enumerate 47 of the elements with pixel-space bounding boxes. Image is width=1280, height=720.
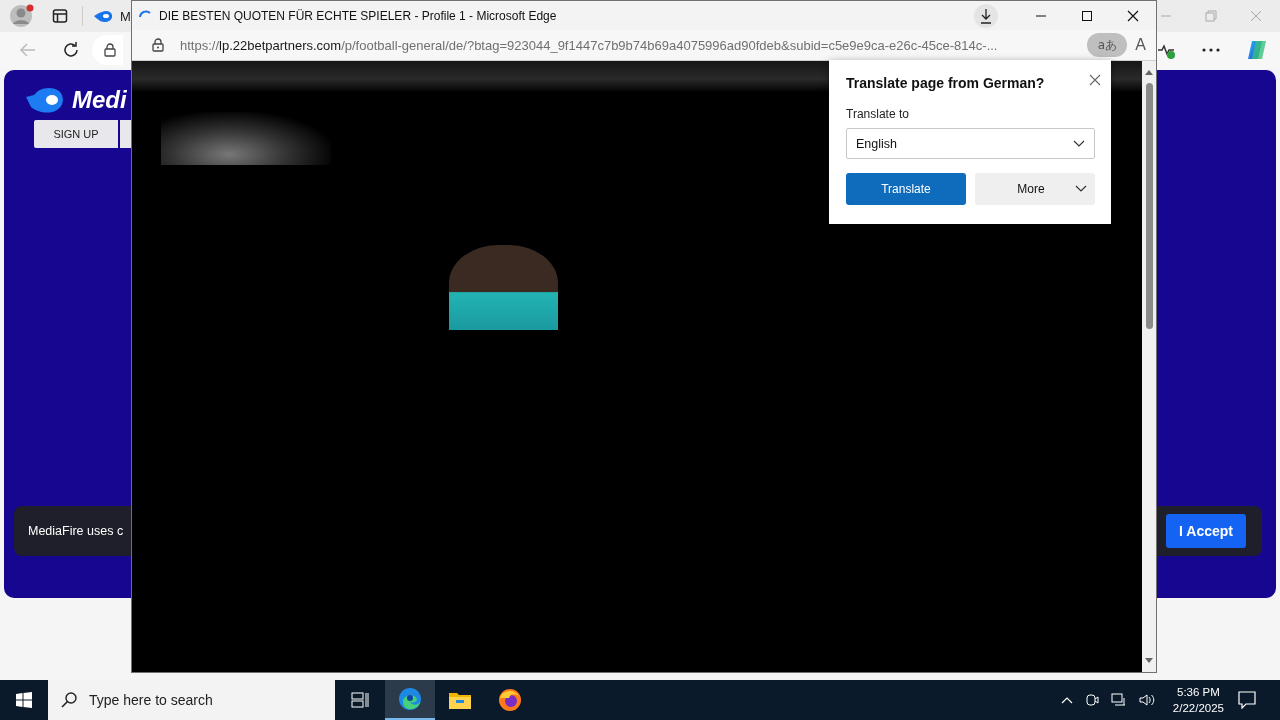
search-input[interactable]: Type here to search — [87, 691, 311, 709]
lock-icon — [152, 38, 164, 52]
close-icon[interactable] — [1089, 74, 1101, 86]
notification-icon[interactable] — [1238, 691, 1256, 709]
url-text[interactable]: https://lp.22betpartners.com/p/football-general/de/?btag=923044_9f1447c7b9b74b69a4075996ad90fdeb&subid=c5e9e9ca-e26c-45ce-814c-... — [180, 37, 998, 53]
clock[interactable]: 5:36 PM 2/22/2025 — [1172, 684, 1224, 716]
browser-tab[interactable]: M — [94, 2, 131, 30]
scrollbar-thumb[interactable] — [1145, 83, 1153, 329]
dialog-title: Translate page from German? — [846, 75, 1045, 91]
maximize-icon — [1081, 9, 1093, 22]
download-button[interactable] — [974, 3, 998, 28]
task-view-icon — [351, 692, 369, 708]
window-title: DIE BESTEN QUOTEN FÜR ECHTE SPIELER - Profile 1 - Microsoft Edge — [159, 8, 557, 23]
field-label: Translate to — [846, 107, 910, 121]
read-aloud-button[interactable]: A — [1135, 36, 1146, 54]
signup-button[interactable]: SIGN UP — [34, 120, 118, 148]
chevron-down-icon — [1075, 185, 1087, 193]
scroll-down-icon[interactable] — [1145, 658, 1153, 664]
fox-icon — [498, 688, 522, 712]
language-dropdown[interactable]: English — [846, 128, 1095, 159]
scrollbar[interactable] — [1142, 61, 1156, 672]
taskbar-app[interactable] — [385, 680, 435, 720]
windows-icon — [16, 692, 32, 708]
tab-actions-icon[interactable] — [52, 8, 68, 24]
more-icon[interactable] — [1202, 48, 1220, 52]
translate-button[interactable]: aあ — [1087, 33, 1128, 57]
volume-icon[interactable] — [1138, 693, 1155, 707]
logo-text: Medi — [72, 86, 127, 114]
clock-time: 5:36 PM — [1177, 685, 1220, 700]
lock-icon — [104, 43, 116, 57]
network-icon[interactable] — [1110, 693, 1127, 707]
accept-button[interactable]: I Accept — [1166, 514, 1246, 548]
refresh-icon[interactable] — [62, 41, 80, 59]
download-icon — [979, 7, 993, 24]
close-icon — [1127, 9, 1139, 22]
cookie-text: MediaFire uses c — [28, 524, 124, 538]
chevron-up-icon[interactable] — [1060, 696, 1073, 704]
translate-button[interactable]: Translate — [846, 173, 966, 205]
clock-date: 2/22/2025 — [1172, 701, 1224, 716]
chevron-down-icon — [1073, 139, 1085, 148]
profile-avatar-icon[interactable] — [9, 3, 35, 29]
flame-icon — [94, 10, 112, 22]
more-button[interactable]: More — [975, 173, 1095, 205]
search-icon — [61, 692, 77, 708]
search-box[interactable]: Type here to search — [48, 680, 335, 720]
edge-icon — [398, 687, 422, 711]
address-field[interactable] — [92, 35, 123, 65]
